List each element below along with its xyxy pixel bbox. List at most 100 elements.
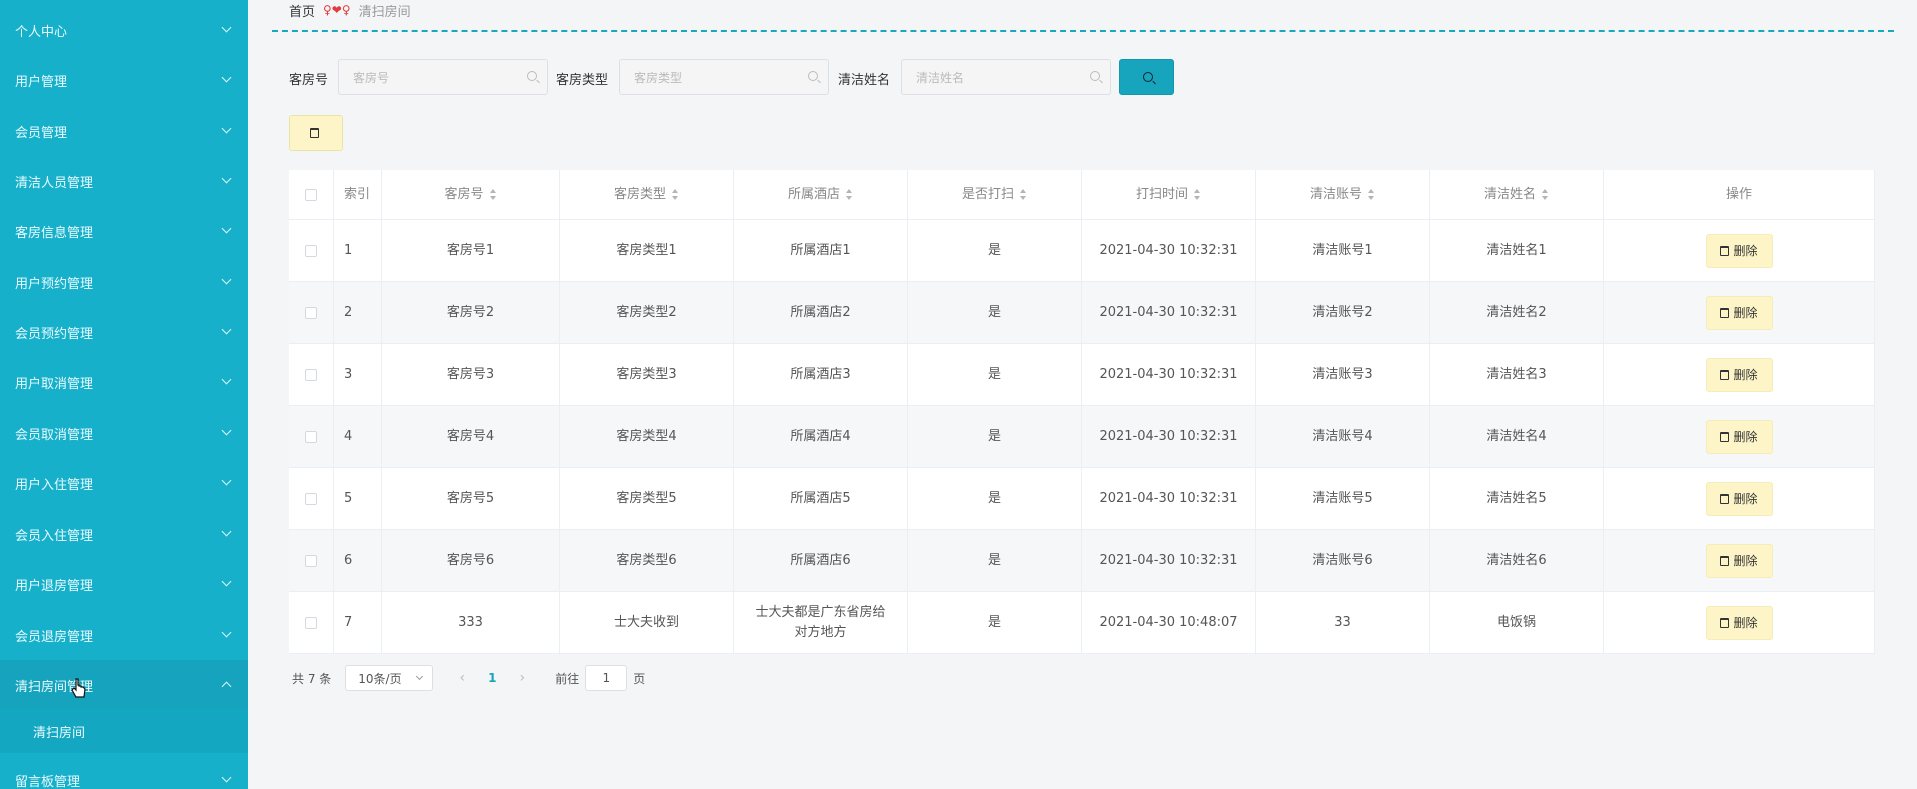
sidebar-item[interactable]: 留言板管理 (0, 755, 248, 789)
cell-text: 是 (987, 552, 1001, 568)
trash-icon (1720, 493, 1730, 504)
sidebar-item[interactable]: 用户退房管理 (0, 559, 248, 609)
sort-icon[interactable] (489, 189, 497, 200)
sort-icon[interactable] (672, 189, 679, 200)
cell-text: 士大夫收到 (613, 614, 679, 630)
breadcrumb-current: 清扫房间 (358, 4, 411, 20)
next-page-button[interactable]: › (507, 670, 537, 686)
select-all-checkbox[interactable] (305, 188, 317, 201)
sidebar-item[interactable]: 会员管理 (0, 106, 248, 156)
sidebar-item[interactable]: 清扫房间管理 (0, 660, 248, 710)
sidebar-item[interactable]: 用户取消管理 (0, 357, 248, 407)
delete-label: 删除 (1733, 615, 1758, 630)
cell-cb (289, 406, 334, 467)
cell-hotel: 所属酒店3 (734, 344, 908, 405)
row-checkbox[interactable] (305, 306, 317, 319)
delete-button[interactable]: 删除 (1705, 481, 1773, 516)
goto-page-input[interactable]: 1 (585, 665, 628, 691)
header-cell-cleaned[interactable]: 是否打扫 (908, 170, 1082, 219)
chevron-down-icon (221, 72, 232, 83)
cell-actions: 删除 (1604, 344, 1875, 405)
cell-text: 2021-04-30 10:32:31 (1099, 304, 1238, 320)
pagination: 共 7 条 10条/页 ‹ 1 › 前往 1 页 (292, 664, 645, 692)
header-cell-cleaner-name[interactable]: 清洁姓名 (1430, 170, 1604, 219)
sort-icon[interactable] (846, 189, 853, 200)
sidebar-item-label: 会员退房管理 (15, 629, 94, 645)
cell-text: 清洁姓名3 (1486, 366, 1547, 382)
row-checkbox[interactable] (305, 368, 317, 381)
prev-page-button[interactable]: ‹ (447, 670, 477, 686)
sidebar-subitem-clean-room[interactable]: 清扫房间 (0, 709, 248, 753)
sidebar-item[interactable]: 会员预约管理 (0, 307, 248, 357)
header-divider (272, 30, 1894, 32)
cell-index: 4 (334, 406, 382, 467)
cell-cb (289, 468, 334, 529)
header-label: 操作 (1725, 186, 1752, 202)
sidebar-item-label: 会员取消管理 (15, 427, 94, 443)
sort-icon[interactable] (1020, 189, 1027, 200)
header-cell-room-no[interactable]: 客房号 (382, 170, 560, 219)
page-size-select[interactable]: 10条/页 (345, 665, 434, 691)
header-label: 客房号 (444, 186, 484, 202)
current-page[interactable]: 1 (477, 671, 507, 685)
room-no-input[interactable]: 客房号 (338, 59, 548, 95)
sort-icon[interactable] (1542, 189, 1549, 200)
cell-text: 33 (1334, 614, 1351, 630)
header-cell-clean-time[interactable]: 打扫时间 (1082, 170, 1256, 219)
sidebar-item[interactable]: 用户管理 (0, 55, 248, 105)
sidebar-item[interactable]: 清洁人员管理 (0, 156, 248, 206)
sidebar-item-label: 会员管理 (15, 125, 68, 141)
row-checkbox[interactable] (305, 430, 317, 443)
delete-button[interactable]: 删除 (1705, 295, 1773, 330)
data-table: 索引 客房号 客房类型 所属酒店 是否打扫 打扫时间 清洁账号 清洁姓名 操作 1 客房号1 客房类型… (289, 170, 1875, 654)
delete-button[interactable]: 删除 (1705, 357, 1773, 392)
delete-button[interactable]: 删除 (1705, 543, 1773, 578)
cleaner-name-input[interactable]: 清洁姓名 (901, 59, 1111, 95)
cell-room-no: 客房号6 (382, 530, 560, 591)
row-checkbox[interactable] (305, 616, 317, 629)
sidebar-item[interactable]: 会员退房管理 (0, 610, 248, 660)
cell-cb (289, 592, 334, 653)
sidebar-item[interactable]: 会员取消管理 (0, 408, 248, 458)
trash-icon (1720, 307, 1730, 318)
sidebar-item[interactable]: 用户入住管理 (0, 458, 248, 508)
sidebar-item[interactable]: 会员入住管理 (0, 509, 248, 559)
header-cell-hotel[interactable]: 所属酒店 (734, 170, 908, 219)
search-button[interactable] (1119, 59, 1174, 95)
breadcrumb-home[interactable]: 首页 (289, 1, 315, 20)
trash-icon (1720, 617, 1730, 628)
bulk-delete-button[interactable] (289, 115, 343, 151)
sidebar-item-label: 用户管理 (15, 74, 68, 90)
cell-text: 士大夫都是广东省房给对方地方 (755, 605, 886, 640)
cell-actions: 删除 (1604, 406, 1875, 467)
row-checkbox[interactable] (305, 554, 317, 567)
delete-button[interactable]: 删除 (1705, 233, 1773, 268)
table-row: 4 客房号4 客房类型4 所属酒店4 是 2021-04-30 10:32:31 清洁账号4… (289, 406, 1875, 468)
cell-text: 所属酒店6 (790, 552, 851, 568)
sort-icon[interactable] (1194, 189, 1201, 200)
header-cell-room-type[interactable]: 客房类型 (560, 170, 734, 219)
sidebar-item[interactable]: 用户预约管理 (0, 257, 248, 307)
row-checkbox[interactable] (305, 244, 317, 257)
cell-actions: 删除 (1604, 220, 1875, 281)
sidebar-item[interactable]: 个人中心 (0, 5, 248, 55)
cell-text: 清洁姓名4 (1486, 428, 1547, 444)
cell-cleaner-name: 清洁姓名3 (1430, 344, 1604, 405)
delete-button[interactable]: 删除 (1705, 419, 1773, 454)
cell-clean-time: 2021-04-30 10:48:07 (1082, 592, 1256, 653)
delete-button[interactable]: 删除 (1705, 605, 1773, 640)
row-checkbox[interactable] (305, 492, 317, 505)
delete-label: 删除 (1733, 553, 1758, 568)
sort-icon[interactable] (1368, 189, 1375, 200)
cell-cleaner-name: 清洁姓名4 (1430, 406, 1604, 467)
cell-text: 客房类型2 (616, 304, 677, 320)
cell-text: 客房类型5 (616, 490, 677, 506)
cell-clean-time: 2021-04-30 10:32:31 (1082, 530, 1256, 591)
cell-cleaner-name: 清洁姓名5 (1430, 468, 1604, 529)
cell-text: 客房号5 (446, 490, 495, 506)
delete-label: 删除 (1733, 305, 1758, 320)
sidebar-item[interactable]: 客房信息管理 (0, 206, 248, 256)
mouse-cursor-icon (71, 678, 86, 698)
room-type-input[interactable]: 客房类型 (619, 59, 829, 95)
header-cell-cleaner-account[interactable]: 清洁账号 (1256, 170, 1430, 219)
